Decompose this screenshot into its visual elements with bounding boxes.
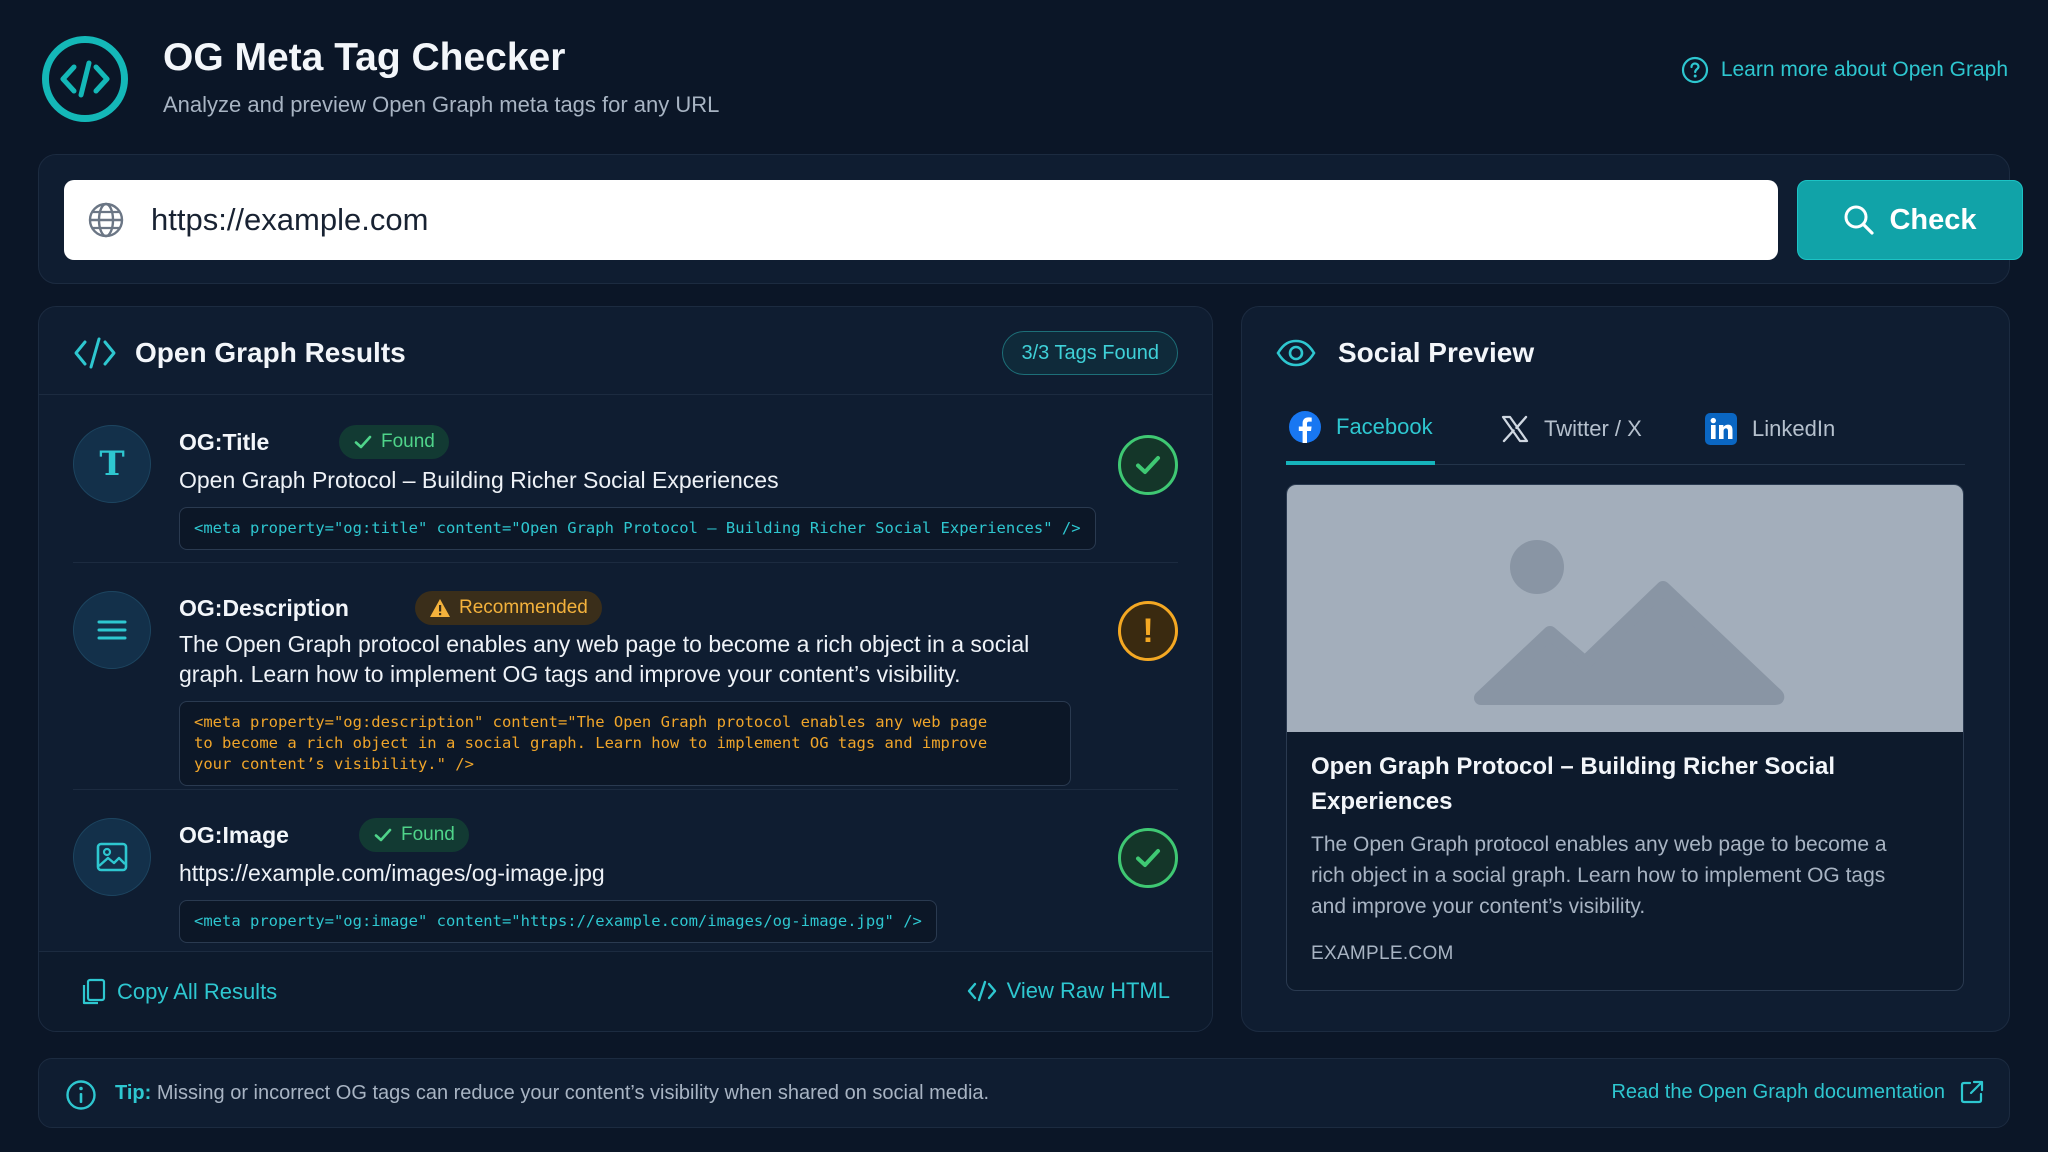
- tip-text: Tip: Missing or incorrect OG tags can re…: [115, 1082, 989, 1105]
- preview-title: Social Preview: [1338, 337, 1535, 368]
- app-subtitle: Analyze and preview Open Graph meta tags…: [163, 92, 720, 117]
- og-image-row: OG:Image Found https://example.com/image…: [73, 810, 1178, 943]
- eye-icon: [1276, 339, 1316, 367]
- status-badge: Found: [359, 818, 469, 852]
- tab-facebook-label: Facebook: [1336, 414, 1433, 439]
- check-label: Check: [1889, 203, 1977, 236]
- facebook-preview-card[interactable]: Open Graph Protocol – Building Richer So…: [1286, 484, 1964, 991]
- tag-value-line-1: The Open Graph protocol enables any web …: [179, 631, 1030, 657]
- tag-name: OG:Description: [179, 595, 349, 621]
- preview-card-domain: EXAMPLE.COM: [1311, 943, 1454, 964]
- tab-twitter-label: Twitter / X: [1544, 416, 1642, 441]
- tag-value: Open Graph Protocol – Building Richer So…: [179, 467, 779, 493]
- tag-name: OG:Image: [179, 822, 289, 848]
- check-icon: [374, 828, 392, 842]
- results-footer: Copy All Results View Raw HTML: [39, 951, 1212, 1031]
- results-title: Open Graph Results: [135, 337, 406, 368]
- status-badge-label: Found: [401, 824, 455, 845]
- help-circle-icon: [1681, 56, 1708, 84]
- tags-found-badge: 3/3 Tags Found: [1002, 331, 1178, 375]
- status-warning-icon: !: [1118, 601, 1178, 661]
- learn-more-label: Learn more about Open Graph: [1720, 58, 2008, 81]
- og-title-row: T OG:Title Found Open Graph Protocol – B…: [73, 417, 1178, 550]
- meta-code-snippet: <meta property="og:image" content="https…: [179, 900, 937, 943]
- view-raw-label: View Raw HTML: [1006, 978, 1170, 1003]
- results-header: Open Graph Results 3/3 Tags Found: [39, 307, 1212, 395]
- status-badge-label: Found: [381, 431, 435, 452]
- check-button[interactable]: Check: [1797, 180, 2023, 260]
- results-panel: Open Graph Results 3/3 Tags Found T OG:T…: [38, 306, 1213, 1032]
- preview-card-title: Open Graph Protocol – Building Richer So…: [1311, 753, 1836, 815]
- copy-all-button[interactable]: Copy All Results: [81, 978, 277, 1006]
- code-logo-icon: [42, 36, 128, 122]
- info-icon: [66, 1080, 96, 1110]
- tip-label: Tip:: [115, 1082, 152, 1104]
- app-header: OG Meta Tag Checker Analyze and preview …: [40, 34, 2008, 124]
- tag-value-line-2: graph. Learn how to implement OG tags an…: [179, 661, 961, 687]
- documentation-link-label: Read the Open Graph documentation: [1611, 1080, 1945, 1103]
- preview-card-description: The Open Graph protocol enables any web …: [1311, 833, 1887, 918]
- text-lines-icon: [73, 591, 151, 669]
- tip-message: Missing or incorrect OG tags can reduce …: [156, 1082, 990, 1104]
- app-title: OG Meta Tag Checker: [163, 36, 566, 79]
- row-divider: [73, 789, 1178, 790]
- documentation-link[interactable]: Read the Open Graph documentation: [1611, 1079, 1985, 1105]
- tab-facebook[interactable]: Facebook: [1286, 393, 1435, 465]
- url-input[interactable]: [151, 202, 1711, 238]
- facebook-icon: [1289, 411, 1321, 443]
- copy-all-label: Copy All Results: [117, 979, 278, 1004]
- external-link-icon: [1960, 1080, 1984, 1104]
- tab-linkedin-label: LinkedIn: [1752, 416, 1836, 441]
- search-card: Check: [38, 154, 2023, 284]
- linkedin-icon: [1705, 413, 1737, 445]
- x-icon: [1501, 415, 1529, 443]
- tip-bar: Tip: Missing or incorrect OG tags can re…: [38, 1058, 2010, 1128]
- status-badge: Recommended: [415, 591, 602, 625]
- learn-more-link[interactable]: Learn more about Open Graph: [1681, 56, 2008, 84]
- tag-value: https://example.com/images/og-image.jpg: [179, 860, 605, 886]
- tab-twitter-x[interactable]: Twitter / X: [1500, 393, 1642, 465]
- status-ok-icon: [1118, 828, 1178, 888]
- meta-code-snippet: <meta property="og:description" content=…: [179, 701, 1071, 786]
- code-icon: [967, 980, 996, 1002]
- image-icon: [73, 818, 151, 896]
- search-icon: [1844, 205, 1875, 235]
- copy-icon: [82, 978, 106, 1005]
- meta-code-snippet: <meta property="og:title" content="Open …: [179, 507, 1096, 550]
- og-description-row: OG:Description Recommended The Open Grap…: [73, 583, 1178, 786]
- title-icon: T: [73, 425, 151, 503]
- url-box: [64, 180, 1778, 260]
- view-raw-html-button[interactable]: View Raw HTML: [967, 978, 1170, 1004]
- warning-icon: [430, 599, 450, 617]
- status-badge: Found: [339, 425, 449, 459]
- code-icon: [74, 337, 116, 369]
- social-preview-panel: Social Preview Facebook Twitter / X Link…: [1241, 306, 2010, 1032]
- tag-name: OG:Title: [179, 429, 270, 455]
- status-badge-label: Recommended: [459, 597, 588, 618]
- check-icon: [354, 435, 372, 449]
- status-ok-icon: [1118, 435, 1178, 495]
- tab-linkedin[interactable]: LinkedIn: [1704, 393, 1835, 465]
- globe-icon: [88, 202, 124, 238]
- platform-tabs: Facebook Twitter / X LinkedIn: [1286, 393, 1965, 465]
- placeholder-image-icon: [1287, 485, 1963, 732]
- row-divider: [73, 562, 1178, 563]
